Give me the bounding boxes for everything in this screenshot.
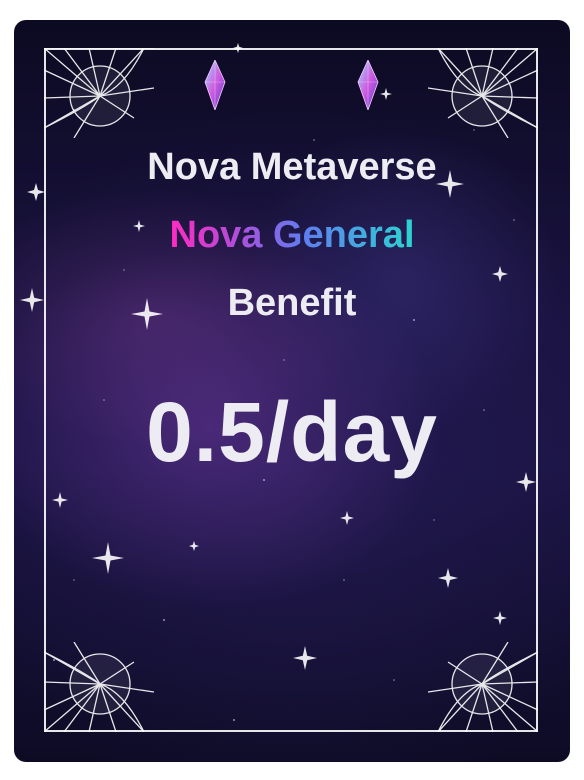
benefit-label: Benefit	[227, 282, 357, 324]
crystal-icon	[357, 59, 379, 112]
fan-ornament-icon	[428, 48, 538, 138]
benefit-card: Nova Metaverse Nova General Benefit 0.5/…	[14, 20, 570, 762]
benefit-value: 0.5/day	[146, 385, 438, 479]
fan-ornament-icon	[428, 642, 538, 732]
card-subtitle-text: Nova General	[169, 214, 415, 256]
fan-ornament-icon	[44, 48, 154, 138]
card-title: Nova Metaverse	[147, 146, 437, 188]
crystal-icon	[204, 59, 226, 112]
card-subtitle: Nova General	[14, 214, 570, 257]
fan-ornament-icon	[44, 642, 154, 732]
